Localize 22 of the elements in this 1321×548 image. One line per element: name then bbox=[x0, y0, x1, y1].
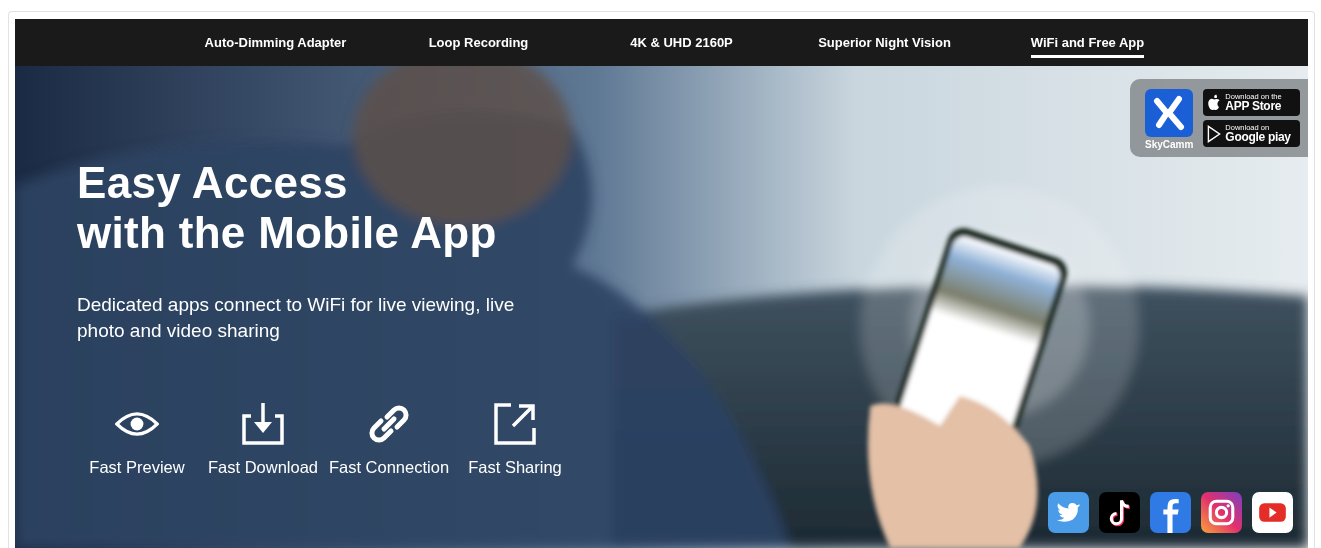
feature-label: Fast Sharing bbox=[468, 458, 562, 477]
feature-label: Fast Connection bbox=[328, 458, 450, 477]
play-icon bbox=[1207, 124, 1222, 143]
apple-icon bbox=[1207, 93, 1222, 112]
headline: Easy Access with the Mobile App bbox=[77, 158, 497, 258]
nav-tab[interactable]: Superior Night Vision bbox=[818, 31, 951, 58]
download-icon bbox=[241, 402, 285, 446]
description: Dedicated apps connect to WiFi for live viewing, live photo and video sharing bbox=[77, 293, 516, 343]
nav-tab[interactable]: WiFi and Free App bbox=[1030, 31, 1145, 58]
nav-tab[interactable]: Auto-Dimming Adapter bbox=[204, 31, 347, 58]
feature-label: Fast Download bbox=[207, 458, 319, 477]
feature-label: Fast Preview bbox=[89, 458, 185, 477]
app-logo-icon bbox=[1145, 89, 1194, 137]
youtube-icon[interactable] bbox=[1252, 492, 1293, 533]
instagram-icon[interactable] bbox=[1201, 492, 1242, 533]
twitter-icon[interactable] bbox=[1048, 492, 1089, 533]
tiktok-icon[interactable] bbox=[1099, 492, 1140, 533]
nav-tab[interactable]: 4K & UHD 2160P bbox=[630, 31, 733, 58]
app-name: SkyCamm bbox=[1145, 139, 1194, 150]
facebook-icon[interactable] bbox=[1150, 492, 1191, 533]
nav-tab[interactable]: Loop Recording bbox=[428, 31, 529, 58]
share-icon bbox=[493, 402, 537, 446]
